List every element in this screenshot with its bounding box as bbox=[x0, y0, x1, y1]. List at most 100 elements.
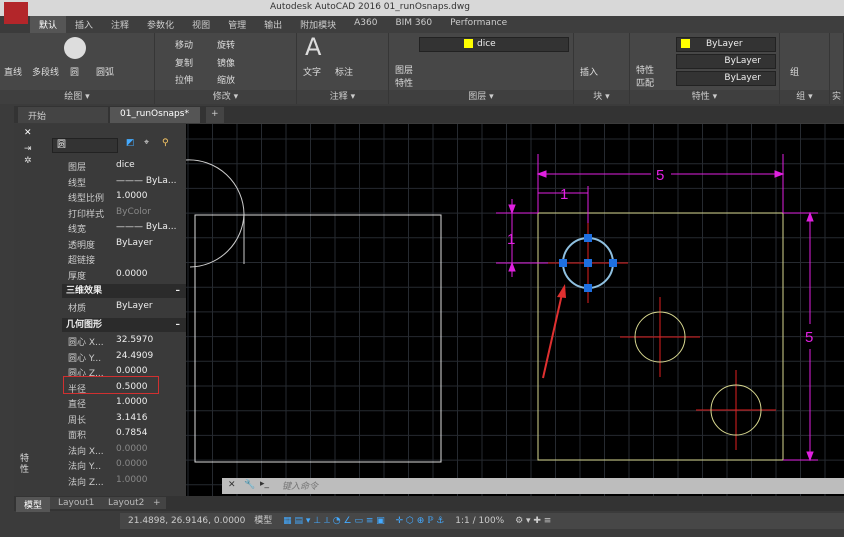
tab-output[interactable]: 输出 bbox=[255, 16, 291, 33]
panel-block: 插入 块 ▾ bbox=[574, 33, 630, 104]
layer-properties-tool[interactable]: 图层特性 bbox=[395, 63, 415, 89]
tab-parametric[interactable]: 参数化 bbox=[138, 16, 183, 33]
panel-block-label[interactable]: 块 ▾ bbox=[574, 90, 629, 104]
drawing-svg[interactable]: 5 1 1 5 bbox=[185, 124, 844, 496]
property-row[interactable]: 线宽 ——— ByLa... bbox=[68, 222, 190, 237]
panel-layers-label[interactable]: 图层 ▾ bbox=[389, 90, 573, 104]
property-row[interactable]: 直径 1.0000 bbox=[68, 397, 190, 412]
tab-addins[interactable]: 附加模块 bbox=[291, 16, 345, 33]
tab-model[interactable]: 模型 bbox=[16, 497, 51, 512]
match-properties-tool[interactable]: 特性匹配 bbox=[636, 63, 656, 89]
toggle-pickadd-icon[interactable]: ◩ bbox=[126, 138, 135, 148]
collapse-icon: – bbox=[175, 320, 181, 330]
property-row[interactable]: 图层 dice bbox=[68, 160, 190, 175]
new-tab-button[interactable]: + bbox=[206, 107, 224, 123]
osnap-icons[interactable]: ✛ ⬡ ⊕ ℙ ⚓ bbox=[396, 516, 445, 526]
panel-properties-label[interactable]: 特性 ▾ bbox=[630, 90, 779, 104]
property-label: 面积 bbox=[68, 431, 87, 441]
property-label: 线宽 bbox=[68, 225, 87, 235]
tab-performance[interactable]: Performance bbox=[441, 16, 516, 33]
model-space-button[interactable]: 模型 bbox=[254, 516, 272, 526]
property-row[interactable]: 线型比例 1.0000 bbox=[68, 191, 190, 206]
annotation-scale[interactable]: 1:1 / 100% bbox=[455, 516, 504, 526]
property-row[interactable]: 圆心 X... 32.5970 bbox=[68, 335, 190, 350]
select-objects-icon[interactable]: ⌖ bbox=[144, 138, 149, 148]
group-tool[interactable]: 组 bbox=[790, 65, 799, 78]
lineweight-dropdown[interactable]: ByLayer bbox=[676, 71, 776, 86]
settings-icon[interactable]: ✲ bbox=[24, 156, 32, 166]
property-row[interactable]: 线型 ——— ByLa... bbox=[68, 176, 190, 191]
property-value: 1.0000 bbox=[116, 474, 148, 485]
app-menu-button[interactable] bbox=[4, 2, 28, 24]
property-row[interactable]: 圆心 Y... 24.4909 bbox=[68, 351, 190, 366]
insert-tool[interactable]: 插入 bbox=[580, 65, 598, 78]
tab-manage[interactable]: 管理 bbox=[219, 16, 255, 33]
panel-draw-label[interactable]: 绘图 ▾ bbox=[0, 90, 154, 104]
drawing-canvas[interactable]: 5 1 1 5 bbox=[185, 124, 844, 496]
layout-tabs: 模型 Layout1 Layout2 + bbox=[14, 496, 844, 512]
left-rectangle[interactable] bbox=[194, 214, 442, 463]
property-row[interactable]: 打印样式 ByColor bbox=[68, 207, 190, 222]
property-row[interactable]: 周长 3.1416 bbox=[68, 413, 190, 428]
property-row[interactable]: 超链接 bbox=[68, 253, 190, 268]
object-type-dropdown[interactable]: 圆 bbox=[52, 138, 118, 153]
color-dropdown[interactable]: ByLayer bbox=[676, 37, 776, 52]
coordinates[interactable]: 21.4898, 26.9146, 0.0000 bbox=[128, 516, 245, 526]
text-tool[interactable]: 文字 bbox=[303, 65, 321, 78]
workspace-icon[interactable]: ⚙ ▾ ✚ ≡ bbox=[515, 516, 551, 526]
property-row[interactable]: 厚度 0.0000 bbox=[68, 269, 190, 284]
tab-insert[interactable]: 插入 bbox=[66, 16, 102, 33]
panel-layers: 图层特性 dice 图层 ▾ bbox=[389, 33, 574, 104]
property-value: 32.5970 bbox=[116, 335, 154, 345]
tab-bim360[interactable]: BIM 360 bbox=[386, 16, 441, 33]
panel-modify-label[interactable]: 修改 ▾ bbox=[155, 90, 296, 104]
section-geometry[interactable]: 几何图形 – bbox=[62, 318, 186, 332]
tab-a360[interactable]: A360 bbox=[345, 16, 386, 33]
property-row[interactable]: 透明度 ByLayer bbox=[68, 238, 190, 253]
section-3d-effects[interactable]: 三维效果 – bbox=[62, 284, 186, 298]
customize-icon[interactable]: 🔧 bbox=[244, 480, 255, 490]
command-input[interactable] bbox=[282, 479, 832, 493]
line-tool[interactable]: 直线 bbox=[4, 65, 22, 78]
text-icon[interactable]: A bbox=[305, 33, 321, 61]
panel-groups-label[interactable]: 组 ▾ bbox=[780, 90, 829, 104]
arc-tool[interactable]: 圆弧 bbox=[96, 65, 114, 78]
move-tool[interactable]: 移动 bbox=[175, 38, 193, 51]
circle-tool[interactable]: 圆 bbox=[70, 65, 79, 78]
section-title: 几何图形 bbox=[66, 320, 103, 330]
circle-icon[interactable] bbox=[64, 37, 86, 59]
tab-annotate[interactable]: 注释 bbox=[102, 16, 138, 33]
property-row[interactable]: 面积 0.7854 bbox=[68, 428, 190, 443]
file-tab-start[interactable]: 开始 bbox=[18, 107, 108, 123]
add-layout-button[interactable]: + bbox=[148, 497, 166, 509]
rotate-tool[interactable]: 旋转 bbox=[217, 38, 235, 51]
scale-tool[interactable]: 缩放 bbox=[217, 73, 235, 86]
tab-view[interactable]: 视图 bbox=[183, 16, 219, 33]
panel-annotation-label[interactable]: 注释 ▾ bbox=[297, 90, 388, 104]
tab-home[interactable]: 默认 bbox=[30, 16, 67, 33]
command-history-icon[interactable]: ▸_ bbox=[260, 479, 269, 489]
property-row[interactable]: 法向 X... 0.0000 bbox=[68, 444, 190, 459]
window-title: Autodesk AutoCAD 2016 01_runOsnaps.dwg bbox=[270, 2, 470, 12]
tab-layout1[interactable]: Layout1 bbox=[50, 497, 103, 509]
stretch-tool[interactable]: 拉伸 bbox=[175, 73, 193, 86]
grid-icon[interactable]: ▦ ▤ ▾ ⊥ ⟂ ◔ ∠ ▭ ≡ ▣ bbox=[283, 516, 385, 526]
property-row[interactable]: 法向 Y... 0.0000 bbox=[68, 459, 190, 474]
quick-select-icon[interactable]: ⚲ bbox=[162, 138, 169, 148]
property-row-material[interactable]: 材质 ByLayer bbox=[68, 301, 190, 316]
autohide-icon[interactable]: ⇥ bbox=[24, 144, 32, 154]
copy-tool[interactable]: 复制 bbox=[175, 56, 193, 69]
dimension-tool[interactable]: 标注 bbox=[335, 65, 353, 78]
tab-layout2[interactable]: Layout2 bbox=[100, 497, 153, 509]
property-value: ByLayer bbox=[116, 301, 153, 311]
close-icon[interactable]: ✕ bbox=[24, 128, 32, 138]
panel-utilities-label[interactable]: 实 bbox=[830, 90, 843, 104]
mirror-tool[interactable]: 镜像 bbox=[217, 56, 235, 69]
polyline-tool[interactable]: 多段线 bbox=[32, 65, 59, 78]
layer-dropdown[interactable]: dice bbox=[419, 37, 569, 52]
close-icon[interactable]: ✕ bbox=[228, 480, 236, 490]
file-tab-drawing[interactable]: 01_runOsnaps* bbox=[110, 107, 200, 123]
property-row[interactable]: 法向 Z... 1.0000 bbox=[68, 475, 190, 490]
linetype-dropdown[interactable]: ByLayer bbox=[676, 54, 776, 69]
property-value: 0.0000 bbox=[116, 459, 148, 469]
